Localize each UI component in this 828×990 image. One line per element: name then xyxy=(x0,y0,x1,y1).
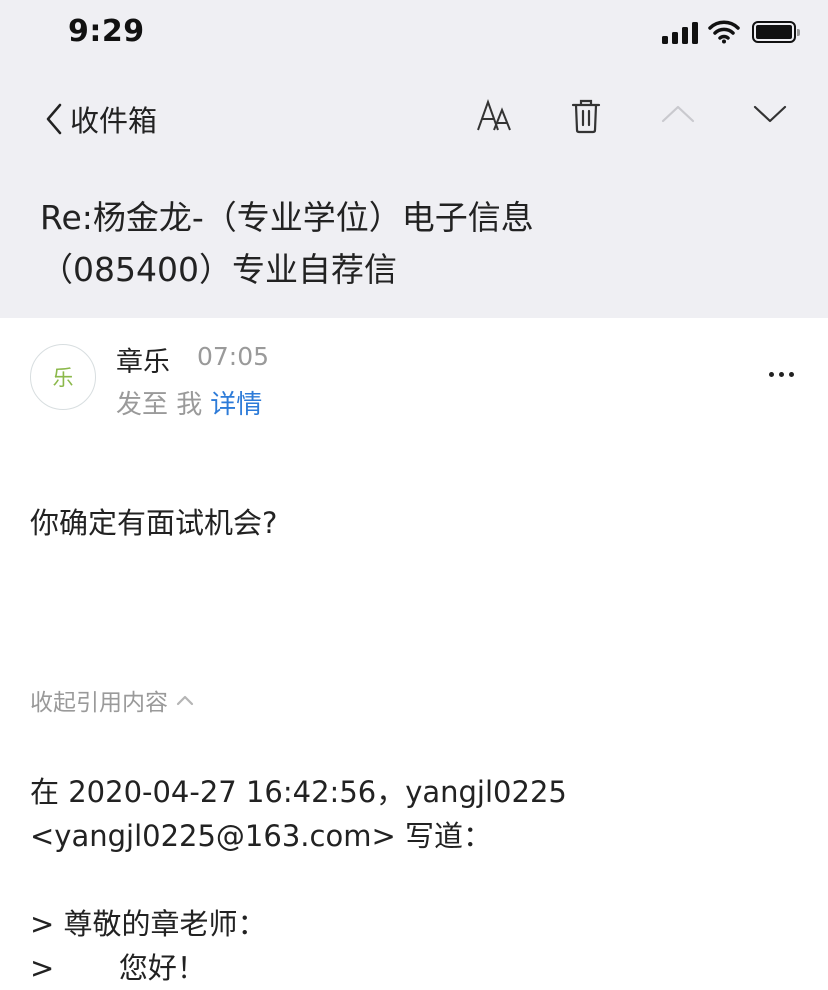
quote-header-line-1: 在 2020-04-27 16:42:56，yangjl0225 xyxy=(30,775,567,809)
avatar[interactable]: 乐 xyxy=(30,344,96,410)
quote-line: > 尊敬的章老师： xyxy=(30,907,267,941)
status-time: 9:29 xyxy=(68,14,145,49)
quote-spacer xyxy=(30,858,810,902)
recipient-text: 发至 我 xyxy=(116,390,203,420)
more-dot xyxy=(789,372,794,377)
email-body: 你确定有面试机会? xyxy=(30,506,278,540)
back-label: 收件箱 xyxy=(70,104,158,138)
more-dot xyxy=(769,372,774,377)
wifi-icon xyxy=(708,20,740,44)
font-size-icon[interactable] xyxy=(474,96,514,136)
cellular-signal-icon xyxy=(662,20,698,44)
email-subject: Re:杨金龙-（专业学位）电子信息 （085400）专业自荐信 xyxy=(40,192,800,296)
sent-time: 07:05 xyxy=(197,342,270,371)
sender-row: 乐 章乐 07:05 发至 我详情 xyxy=(0,318,828,428)
more-dot xyxy=(779,372,784,377)
status-icons xyxy=(662,20,800,44)
sender-name[interactable]: 章乐 xyxy=(116,340,170,379)
avatar-initial: 乐 xyxy=(52,366,74,390)
battery-icon xyxy=(752,21,800,43)
chevron-left-icon xyxy=(46,103,62,135)
subject-line-2: （085400）专业自荐信 xyxy=(40,250,397,289)
collapse-quote-toggle[interactable]: 收起引用内容 xyxy=(30,683,194,717)
chevron-down-icon[interactable] xyxy=(752,96,788,132)
chevron-up-icon[interactable] xyxy=(660,96,696,132)
details-link[interactable]: 详情 xyxy=(210,390,262,420)
chevron-up-small-icon xyxy=(176,695,194,706)
header-area: 9:29 收件箱 Re:杨金龙-（专业学位）电子信息 （085400）专业自荐信 xyxy=(0,0,828,318)
trash-icon[interactable] xyxy=(570,96,602,136)
more-options-button[interactable] xyxy=(769,372,794,377)
navigation-bar: 收件箱 xyxy=(0,92,828,148)
back-button[interactable]: 收件箱 xyxy=(44,98,157,140)
quoted-message: 在 2020-04-27 16:42:56，yangjl0225 <yangjl… xyxy=(30,770,810,990)
collapse-quote-label: 收起引用内容 xyxy=(30,690,168,716)
recipient-line: 发至 我详情 xyxy=(116,384,262,421)
quote-line: > 您好！ xyxy=(30,951,206,985)
subject-line-1: Re:杨金龙-（专业学位）电子信息 xyxy=(40,198,534,237)
quote-header-line-2: <yangjl0225@163.com> 写道： xyxy=(30,819,492,853)
